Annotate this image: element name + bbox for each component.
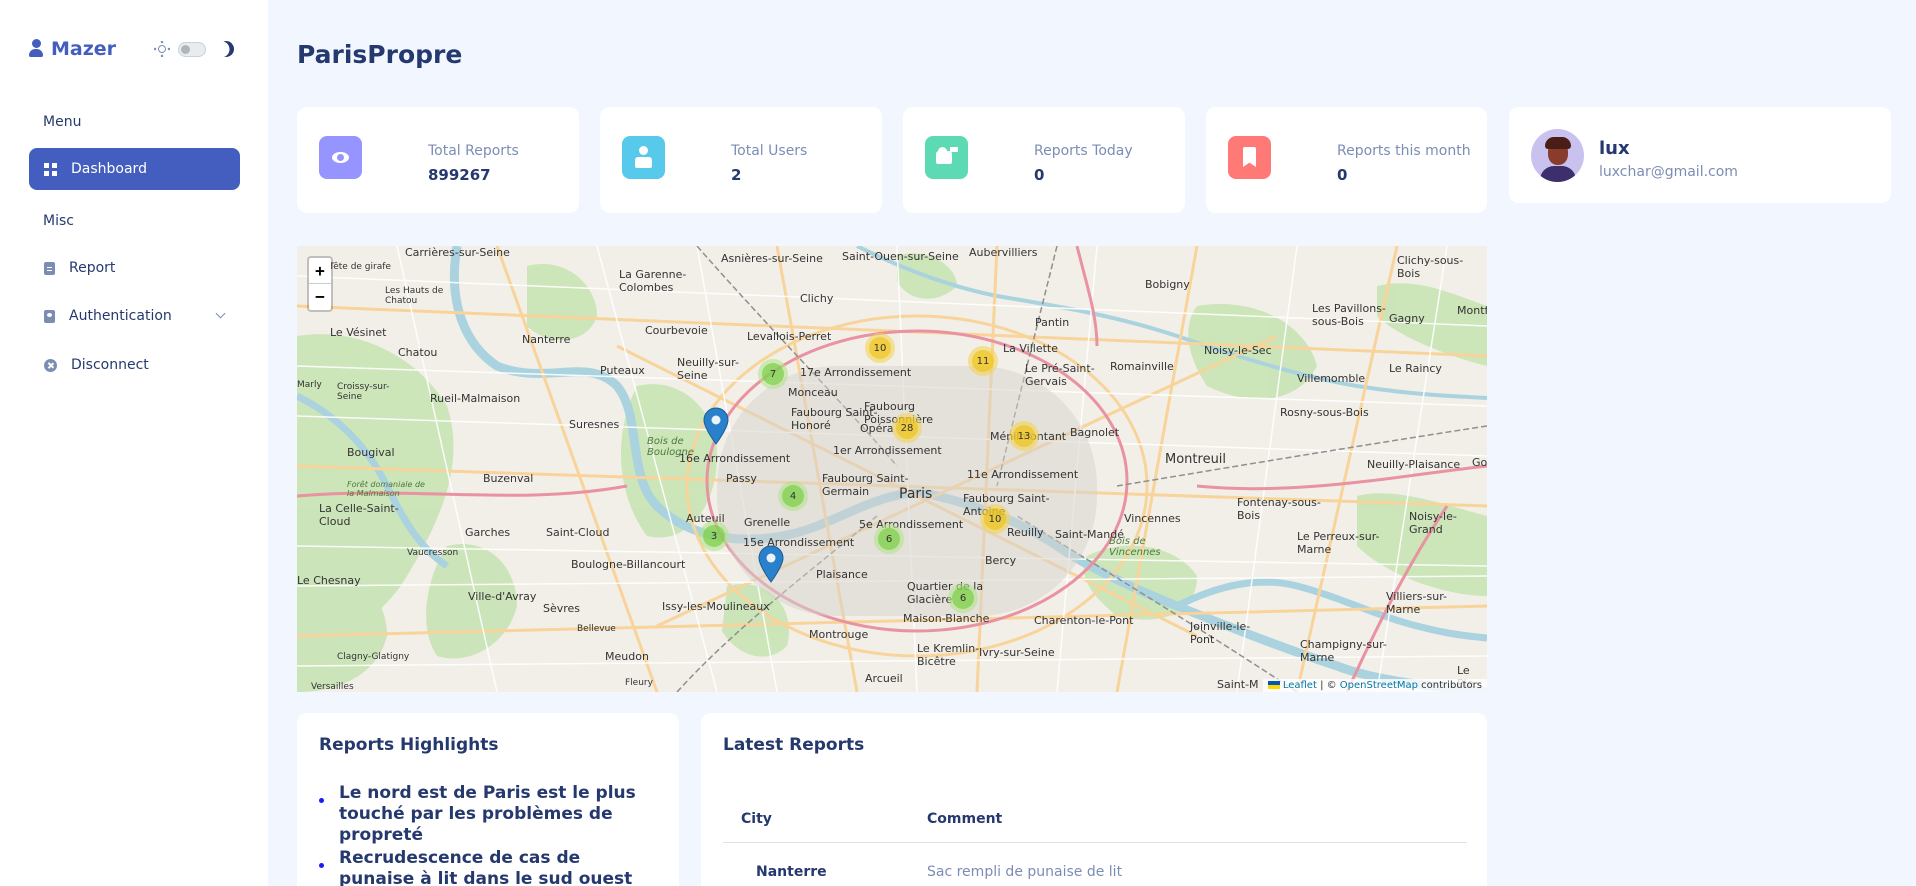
profile-card[interactable]: lux luxchar@gmail.com (1509, 107, 1891, 203)
stat-label: Total Reports (428, 143, 519, 159)
highlight-item: Le nord est de Paris est le plus touché … (319, 783, 659, 846)
marker-cluster[interactable]: 10 (865, 333, 895, 363)
user-icon (29, 39, 43, 59)
stat-label: Total Users (731, 143, 808, 159)
stat-card-total-users: Total Users 2 (600, 107, 882, 213)
theme-switch[interactable] (178, 41, 206, 57)
stat-label: Reports this month (1337, 143, 1471, 159)
sidebar: Mazer Menu Dashboard Misc Report Authent… (0, 0, 268, 886)
marker-cluster[interactable]: 3 (699, 521, 729, 551)
marker-cluster[interactable]: 11 (968, 346, 998, 376)
leaflet-link[interactable]: Leaflet (1283, 680, 1317, 691)
sidebar-item-dashboard[interactable]: Dashboard (29, 148, 240, 190)
id-badge-icon (44, 309, 55, 323)
stat-value: 899267 (428, 166, 491, 184)
eye-icon (319, 136, 362, 179)
page-title: ParisPropre (297, 40, 463, 69)
sidebar-item-label: Authentication (69, 308, 172, 324)
marker-clusters: 10 11 7 28 13 4 3 6 10 6 (297, 246, 1487, 692)
stat-card-total-reports: Total Reports 899267 (297, 107, 579, 213)
marker-cluster[interactable]: 10 (980, 504, 1010, 534)
column-header-city: City (741, 811, 772, 827)
marker-cluster[interactable]: 6 (874, 524, 904, 554)
sidebar-item-report[interactable]: Report (29, 247, 240, 289)
marker-cluster[interactable]: 6 (948, 583, 978, 613)
chevron-down-icon (215, 308, 226, 319)
column-header-comment: Comment (927, 811, 1003, 827)
grid-icon (44, 162, 57, 176)
bookmark-icon (1228, 136, 1271, 179)
zoom-in-button[interactable]: + (309, 258, 331, 284)
marker-cluster[interactable]: 7 (758, 359, 788, 389)
osm-link[interactable]: OpenStreetMap (1340, 680, 1418, 691)
user-plus-icon (925, 136, 968, 179)
latest-reports-card: Latest Reports City Comment Nanterre Sac… (701, 713, 1487, 886)
profile-name: lux (1599, 138, 1630, 159)
sun-icon (154, 41, 170, 57)
cell-city: Nanterre (756, 864, 827, 880)
profile-email: luxchar@gmail.com (1599, 164, 1738, 180)
zoom-out-button[interactable]: − (309, 284, 331, 310)
stat-value: 2 (731, 166, 742, 184)
latest-reports-title: Latest Reports (723, 735, 865, 755)
brand[interactable]: Mazer (29, 38, 116, 60)
sidebar-item-authentication[interactable]: Authentication (29, 295, 240, 337)
cell-comment: Sac rempli de punaise de lit (927, 864, 1123, 880)
map-attribution: Leaflet | © OpenStreetMap contributors (1262, 679, 1487, 692)
stat-card-reports-today: Reports Today 0 (903, 107, 1185, 213)
table-divider (723, 842, 1467, 843)
sidebar-item-label: Disconnect (71, 357, 149, 373)
map[interactable]: Carrières-sur-Seine Asnières-sur-Seine S… (297, 246, 1487, 692)
stat-value: 0 (1337, 166, 1348, 184)
highlights-title: Reports Highlights (319, 735, 499, 755)
stat-card-reports-month: Reports this month 0 (1206, 107, 1487, 213)
highlight-item: Recrudescence de cas de punaise à lit da… (319, 848, 659, 886)
marker-cluster[interactable]: 4 (778, 481, 808, 511)
marker-cluster[interactable]: 13 (1009, 421, 1039, 451)
sidebar-item-label: Report (69, 260, 116, 276)
misc-section-title: Misc (43, 213, 74, 229)
marker-cluster[interactable]: 28 (892, 413, 922, 443)
stat-value: 0 (1034, 166, 1045, 184)
sidebar-item-disconnect[interactable]: Disconnect (29, 344, 240, 386)
x-circle-icon (44, 358, 57, 372)
highlights-card: Reports Highlights Le nord est de Paris … (297, 713, 679, 886)
brand-name: Mazer (51, 38, 117, 60)
map-pin-icon[interactable] (703, 407, 729, 445)
menu-section-title: Menu (43, 114, 82, 130)
user-icon (622, 136, 665, 179)
theme-toggle (154, 41, 234, 57)
map-pin-icon[interactable] (758, 545, 784, 583)
file-icon (44, 261, 55, 275)
ukraine-flag-icon (1267, 681, 1280, 689)
sidebar-item-label: Dashboard (71, 161, 147, 177)
avatar[interactable] (1531, 129, 1584, 182)
zoom-control: + − (307, 256, 333, 312)
stat-label: Reports Today (1034, 143, 1133, 159)
moon-icon (215, 38, 237, 60)
